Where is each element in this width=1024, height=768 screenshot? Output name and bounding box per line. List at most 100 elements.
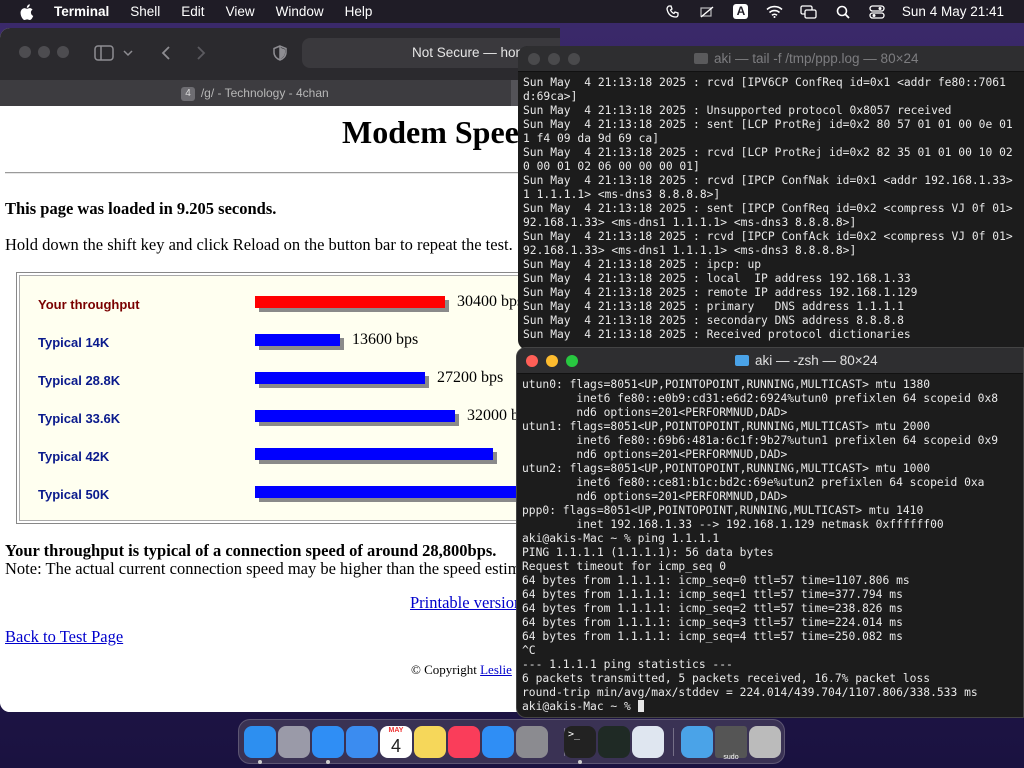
preview-icon[interactable] (632, 726, 664, 758)
close-window-button[interactable] (526, 355, 538, 367)
result-bar (255, 372, 425, 384)
calendar-icon[interactable]: MAY 4 (380, 726, 412, 758)
menu-help[interactable]: Help (345, 4, 373, 19)
activity-monitor-icon[interactable] (598, 726, 630, 758)
terminal-title: aki — tail -f /tmp/ppp.log — 80×24 (694, 46, 918, 72)
terminal-line: Sun May 4 21:13:18 2025 : remote IP addr… (523, 286, 918, 299)
terminal-line: 1 1.1.1.1> <ms-dns3 8.8.8.8>] (523, 188, 721, 201)
result-bar (255, 448, 493, 460)
minimize-window-button[interactable] (548, 53, 560, 65)
speed-note-text: Note: The actual current connection spee… (5, 559, 533, 578)
terminal-line: utun1: flags=8051<UP,POINTOPOINT,RUNNING… (522, 420, 931, 433)
terminal-line: 64 bytes from 1.1.1.1: icmp_seq=1 ttl=57… (522, 588, 903, 601)
calendar-month: MAY (388, 727, 404, 734)
trash-icon[interactable] (749, 726, 781, 758)
printable-version-link[interactable]: Printable version (410, 593, 522, 613)
screen-mirroring-icon[interactable] (800, 4, 818, 20)
terminal-line: 64 bytes from 1.1.1.1: icmp_seq=3 ttl=57… (522, 616, 903, 629)
terminal-titlebar[interactable]: aki — tail -f /tmp/ppp.log — 80×24 (518, 46, 1024, 72)
terminal-line: 64 bytes from 1.1.1.1: icmp_seq=2 ttl=57… (522, 602, 903, 615)
system-settings-icon[interactable] (516, 726, 548, 758)
terminal-line: Sun May 4 21:13:18 2025 : secondary DNS … (523, 314, 904, 327)
browser-tab[interactable]: 4/g/ - Technology - 4chan (0, 80, 510, 106)
input-source-icon[interactable]: A (732, 4, 750, 20)
reload-instructions: Hold down the shift key and click Reload… (5, 235, 513, 254)
load-time-text: This page was loaded in 9.205 seconds. (5, 199, 277, 218)
terminal-output[interactable]: utun0: flags=8051<UP,POINTOPOINT,RUNNING… (522, 378, 998, 714)
copyright-text: © Copyright Leslie (411, 662, 512, 678)
calendar-day: 4 (390, 736, 401, 756)
menu-app-terminal[interactable]: Terminal (54, 4, 109, 19)
results-table: Your throughput 30400 bps Typical 14K 13600… (16, 272, 560, 524)
copyright-author-link[interactable]: Leslie (480, 662, 512, 677)
terminal-title-text: aki — tail -f /tmp/ppp.log — 80×24 (714, 51, 919, 66)
browser-window: Not Secure — hon 4/g/ - Technology - 4ch… (0, 28, 560, 712)
terminal-line: Sun May 4 21:13:18 2025 : rcvd [IPCP Con… (523, 230, 1013, 243)
terminal-line: ^C (522, 644, 536, 657)
app-store-icon[interactable] (482, 726, 514, 758)
minimize-window-button[interactable] (546, 355, 558, 367)
terminal-line: Sun May 4 21:13:18 2025 : rcvd [IPV6CP C… (523, 76, 1006, 89)
terminal-icon[interactable]: >_ (564, 726, 596, 758)
terminal-prompt-line[interactable]: aki@akis-Mac ~ % (522, 700, 998, 714)
terminal-title-text: aki — -zsh — 80×24 (755, 353, 878, 368)
apple-menu-icon[interactable] (18, 3, 36, 21)
phone-icon[interactable] (664, 4, 682, 20)
notes-icon[interactable] (414, 726, 446, 758)
screen-recording-icon[interactable] (698, 4, 716, 20)
terminal-output[interactable]: Sun May 4 21:13:18 2025 : rcvd [IPV6CP C… (523, 76, 1013, 342)
dock: MAY 4 >_ sudo (238, 719, 785, 764)
results-panel: Your throughput 30400 bps Typical 14K 13600… (19, 275, 559, 521)
sudo-window-icon[interactable]: sudo (715, 726, 747, 761)
browser-tab-bar: 4/g/ - Technology - 4chan (0, 80, 560, 106)
terminal-line: Sun May 4 21:13:18 2025 : sent [IPCP Con… (523, 202, 1013, 215)
privacy-shield-icon[interactable] (269, 42, 291, 64)
terminal-line: 64 bytes from 1.1.1.1: icmp_seq=0 ttl=57… (522, 574, 910, 587)
terminal-line: Sun May 4 21:13:18 2025 : rcvd [LCP Prot… (523, 146, 1013, 159)
minimize-window-button[interactable] (38, 46, 50, 58)
back-arrow-icon[interactable] (155, 42, 177, 64)
terminal-line: inet6 fe80::e0b9:cd31:e6d2:6924%utun0 pr… (522, 392, 999, 405)
control-center-icon[interactable] (868, 4, 886, 20)
terminal-line: nd6 options=201<PERFORMNUD,DAD> (522, 406, 788, 419)
terminal-titlebar[interactable]: aki — -zsh — 80×24 (517, 348, 1023, 374)
terminal-line: utun2: flags=8051<UP,POINTOPOINT,RUNNING… (522, 462, 931, 475)
music-icon[interactable] (448, 726, 480, 758)
tab-group-chevron-icon[interactable] (122, 42, 134, 64)
mail-icon[interactable] (346, 726, 378, 758)
sidebar-toggle-icon[interactable] (93, 42, 115, 64)
menu-window[interactable]: Window (276, 4, 324, 19)
menu-edit[interactable]: Edit (181, 4, 204, 19)
running-indicator (326, 760, 330, 764)
menubar-clock[interactable]: Sun 4 May 21:41 (902, 4, 1004, 19)
running-indicator (258, 760, 262, 764)
zoom-window-button[interactable] (568, 53, 580, 65)
terminal-line: 92.168.1.33> <ms-dns1 1.1.1.1> <ms-dns3 … (523, 244, 857, 257)
zoom-window-button[interactable] (566, 355, 578, 367)
terminal-window-ppp-log[interactable]: aki — tail -f /tmp/ppp.log — 80×24 Sun M… (518, 46, 1024, 350)
close-window-button[interactable] (19, 46, 31, 58)
spotlight-search-icon[interactable] (834, 4, 852, 20)
wifi-icon[interactable] (766, 4, 784, 20)
result-label: Typical 50K (38, 487, 110, 502)
close-window-button[interactable] (528, 53, 540, 65)
terminal-line: Sun May 4 21:13:18 2025 : Unsupported pr… (523, 104, 952, 117)
downloads-folder-icon[interactable] (681, 726, 713, 758)
result-bar (255, 334, 340, 346)
zoom-window-button[interactable] (57, 46, 69, 58)
terminal-line: inet 192.168.1.33 --> 192.168.1.129 netm… (522, 518, 944, 531)
back-to-test-link[interactable]: Back to Test Page (5, 627, 123, 647)
terminal-window-zsh[interactable]: aki — -zsh — 80×24 utun0: flags=8051<UP,… (516, 347, 1024, 718)
browser-toolbar: Not Secure — hon (0, 28, 560, 80)
safari-icon[interactable] (312, 726, 344, 758)
menu-view[interactable]: View (226, 4, 255, 19)
launchpad-icon[interactable] (278, 726, 310, 758)
menu-shell[interactable]: Shell (130, 4, 160, 19)
result-bar (255, 486, 543, 498)
terminal-line: 1 f4 09 da 9d 69 ca] (523, 132, 660, 145)
terminal-line: 6 packets transmitted, 5 packets receive… (522, 672, 931, 685)
forward-arrow-icon[interactable] (190, 42, 212, 64)
finder-icon[interactable] (244, 726, 276, 758)
result-label: Your throughput (38, 297, 140, 312)
terminal-line: nd6 options=201<PERFORMNUD,DAD> (522, 448, 788, 461)
